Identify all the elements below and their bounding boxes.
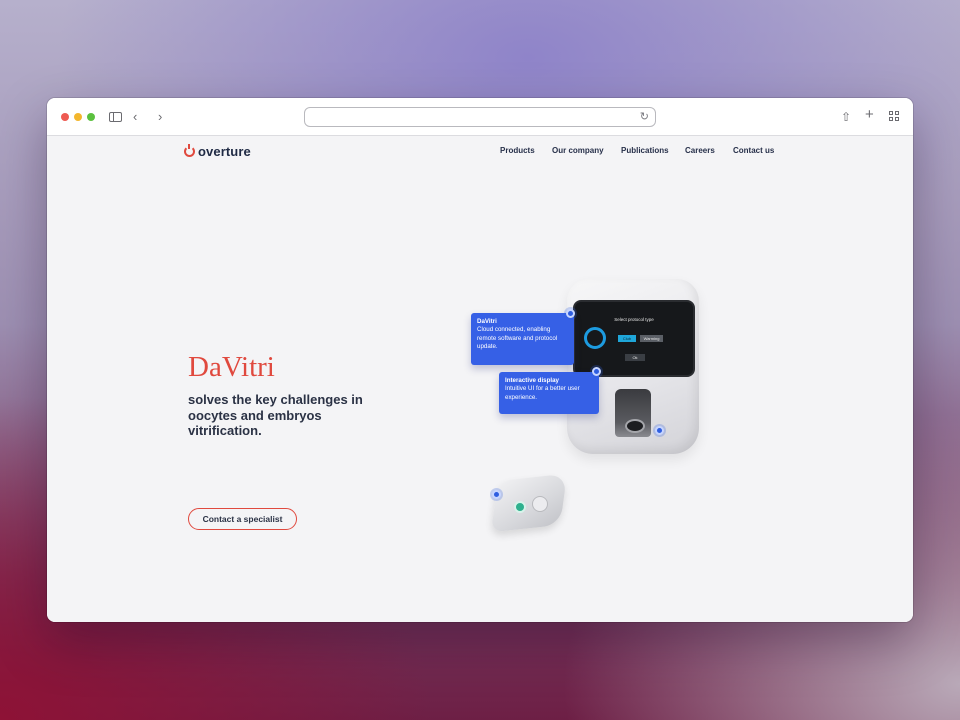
hero-title: DaVitri xyxy=(188,351,275,383)
site-logo[interactable]: overture xyxy=(184,144,251,159)
screen-ok-button: Ok xyxy=(625,354,645,361)
reload-icon[interactable]: ↻ xyxy=(640,110,649,123)
sidebar-icon[interactable] xyxy=(109,112,122,122)
share-icon[interactable]: ⇧ xyxy=(841,109,851,125)
maximize-window-button[interactable] xyxy=(87,113,95,121)
screen-title: Select protocol type xyxy=(614,317,654,322)
device-screen: Select protocol type Club Warming Ok xyxy=(573,300,695,377)
back-icon[interactable]: ‹ xyxy=(133,109,137,125)
nav-item-publications[interactable]: Publications xyxy=(621,146,669,155)
hero-subtitle: solves the key challenges in oocytes and… xyxy=(188,392,363,438)
screen-option-warming: Warming xyxy=(640,335,663,342)
tab-overview-icon[interactable] xyxy=(889,111,899,121)
address-bar[interactable]: ↻ xyxy=(304,107,656,127)
screen-progress-ring xyxy=(584,327,606,349)
cartridge-body xyxy=(490,473,568,533)
new-tab-icon[interactable]: + xyxy=(865,107,874,123)
cartridge-image xyxy=(490,473,570,536)
callout-interactive-display: Interactive display Intuitive UI for a b… xyxy=(499,372,599,414)
callout-davitri-title: DaVitri xyxy=(477,318,497,325)
nav-item-careers[interactable]: Careers xyxy=(685,146,715,155)
callout-davitri-text: Cloud connected, enabling remote softwar… xyxy=(477,326,558,350)
callout-davitri: DaVitri Cloud connected, enabling remote… xyxy=(471,313,574,365)
davitri-device-image: Select protocol type Club Warming Ok xyxy=(567,279,699,454)
browser-toolbar: ‹ › ↻ ⇧ + xyxy=(47,98,913,136)
nav-item-contact-us[interactable]: Contact us xyxy=(733,146,774,155)
hotspot-device[interactable] xyxy=(655,426,664,435)
browser-window: ‹ › ↻ ⇧ + overture Products Our company … xyxy=(47,98,913,622)
forward-icon[interactable]: › xyxy=(158,109,162,125)
screen-option-club: Club xyxy=(618,335,636,342)
hotspot-cartridge[interactable] xyxy=(492,490,501,499)
cartridge-well xyxy=(514,501,526,513)
hotspot-display[interactable] xyxy=(592,367,601,376)
callout-interactive-display-title: Interactive display xyxy=(505,377,559,384)
callout-interactive-display-text: Intuitive UI for a better user experienc… xyxy=(505,385,580,401)
web-page: overture Products Our company Publicatio… xyxy=(47,136,913,622)
nav-item-products[interactable]: Products xyxy=(500,146,535,155)
overture-logo-icon xyxy=(184,144,195,157)
close-window-button[interactable] xyxy=(61,113,69,121)
contact-specialist-button[interactable]: Contact a specialist xyxy=(188,508,297,530)
minimize-window-button[interactable] xyxy=(74,113,82,121)
nav-item-our-company[interactable]: Our company xyxy=(552,146,604,155)
cartridge-port xyxy=(532,496,548,512)
logo-text: overture xyxy=(198,144,251,159)
device-slot xyxy=(615,389,651,437)
hotspot-cloud[interactable] xyxy=(566,309,575,318)
